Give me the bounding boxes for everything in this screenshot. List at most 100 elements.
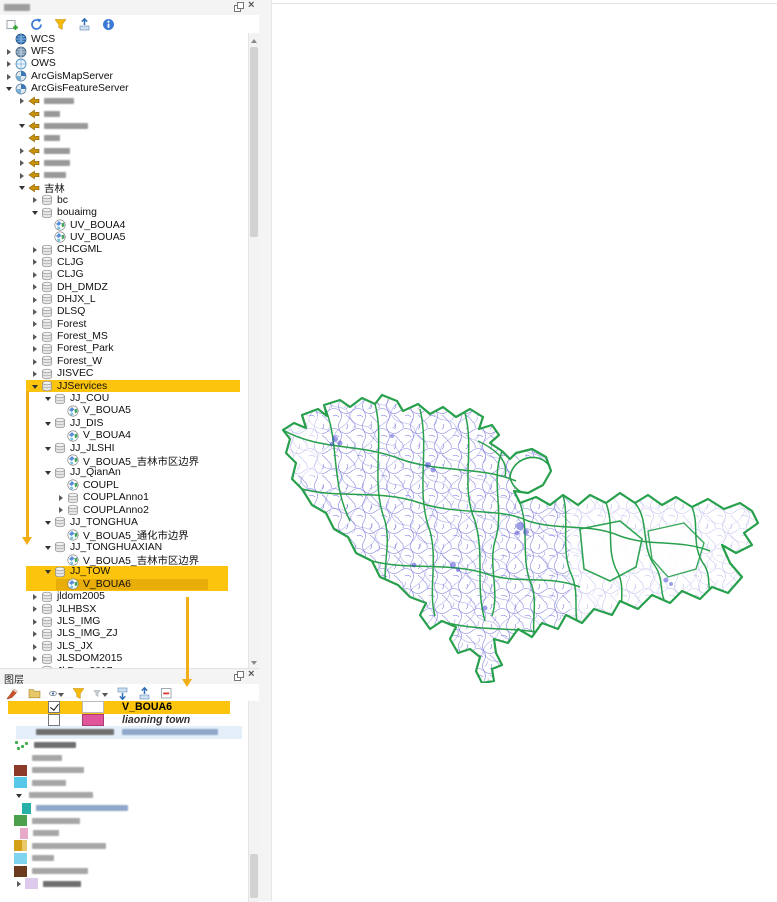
expander-icon[interactable] (17, 182, 28, 194)
tree-item-jj-cou[interactable]: JJ_COU (0, 392, 248, 404)
expander-icon[interactable] (17, 169, 28, 181)
layer-item-redacted[interactable] (0, 739, 250, 752)
manage-map-themes-button[interactable] (49, 686, 64, 701)
tree-item-jj-dis[interactable]: JJ_DIS (0, 417, 248, 429)
expander-icon[interactable] (30, 244, 41, 256)
expander-icon[interactable] (43, 393, 54, 405)
expander-icon[interactable] (17, 157, 28, 169)
tree-item-dlsq[interactable]: DLSQ (0, 306, 248, 318)
tree-item-redacted[interactable] (0, 107, 248, 119)
scrollbar-thumb[interactable] (250, 47, 258, 237)
tree-item-ows[interactable]: OWS (0, 58, 248, 70)
add-layer-button[interactable] (5, 17, 20, 32)
expander-icon[interactable] (43, 516, 54, 528)
expander-icon[interactable] (30, 616, 41, 628)
expander-icon[interactable] (30, 380, 41, 392)
tree-item-jls-img-zj[interactable]: JLS_IMG_ZJ (0, 628, 248, 640)
collapse-all-button[interactable] (77, 17, 92, 32)
layer-item-redacted[interactable] (0, 777, 250, 790)
expander-icon[interactable] (30, 628, 41, 640)
tree-item-v-boua6[interactable]: V_BOUA6 (0, 578, 248, 590)
tree-item-bouaimg[interactable]: bouaimg (0, 206, 248, 218)
tree-item-forest-w[interactable]: Forest_W (0, 355, 248, 367)
filter-by-expression-button[interactable] (93, 686, 108, 701)
tree-item-redacted[interactable] (0, 95, 248, 107)
tree-item-jls-img[interactable]: JLS_IMG (0, 615, 248, 627)
layer-item-redacted[interactable] (0, 802, 250, 815)
map-canvas[interactable] (272, 0, 777, 901)
layer-item-redacted[interactable] (0, 726, 250, 739)
expander-icon[interactable] (30, 293, 41, 305)
tree-item-v-boua5-jilin[interactable]: V_BOUA5_吉林市区边界 (0, 454, 248, 466)
expander-icon[interactable] (30, 318, 41, 330)
layer-item-redacted[interactable] (0, 814, 250, 827)
tree-item-redacted[interactable] (0, 157, 248, 169)
expander-icon[interactable] (30, 355, 41, 367)
close-panel-icon[interactable] (247, 671, 257, 681)
tree-item-v-boua5[interactable]: V_BOUA5 (0, 405, 248, 417)
tree-item-cljg[interactable]: CLJG (0, 256, 248, 268)
tree-item-uv-boua4[interactable]: UV_BOUA4 (0, 219, 248, 231)
tree-item-wfs[interactable]: WFS (0, 45, 248, 57)
tree-item-couplanno1[interactable]: COUPLAnno1 (0, 491, 248, 503)
tree-item-jj-tow[interactable]: JJ_TOW (0, 566, 248, 578)
scrollbar-thumb[interactable] (250, 854, 258, 898)
tree-item-dhjx-l[interactable]: DHJX_L (0, 293, 248, 305)
tree-item-jisvec[interactable]: JISVEC (0, 368, 248, 380)
tree-item-uv-boua5[interactable]: UV_BOUA5 (0, 231, 248, 243)
expander-icon[interactable] (4, 83, 15, 95)
float-panel-icon[interactable] (233, 671, 243, 681)
tree-item-chcgml[interactable]: CHCGML (0, 244, 248, 256)
expander-icon[interactable] (30, 368, 41, 380)
tree-item-jlsdom2015[interactable]: JLSDOM2015 (0, 653, 248, 665)
filter-browser-button[interactable] (53, 17, 68, 32)
expander-icon[interactable] (56, 492, 67, 504)
tree-item-couplanno2[interactable]: COUPLAnno2 (0, 504, 248, 516)
expander-icon[interactable] (43, 566, 54, 578)
expand-all-button[interactable] (115, 686, 130, 701)
layer-checkbox[interactable] (48, 714, 60, 726)
tree-item-v-boua5-tonghua[interactable]: V_BOUA5_通化市边界 (0, 529, 248, 541)
tree-item-forest[interactable]: Forest (0, 318, 248, 330)
expander-icon[interactable] (4, 58, 15, 70)
expander-icon[interactable] (30, 281, 41, 293)
expander-icon[interactable] (30, 591, 41, 603)
tree-item-v-boua4[interactable]: V_BOUA4 (0, 430, 248, 442)
layer-item-redacted[interactable] (0, 852, 250, 865)
properties-button[interactable] (101, 17, 116, 32)
expander-icon[interactable] (56, 504, 67, 516)
browser-scrollbar[interactable] (248, 33, 259, 668)
tree-item-coupl[interactable]: COUPL (0, 479, 248, 491)
refresh-button[interactable] (29, 17, 44, 32)
layer-item-redacted[interactable] (0, 764, 250, 777)
tree-item-jls-jx[interactable]: JLS_JX (0, 640, 248, 652)
remove-layer-button[interactable] (159, 686, 174, 701)
expander-icon[interactable] (17, 145, 28, 157)
tree-item-jilin[interactable]: 吉林 (0, 182, 248, 194)
expander-icon[interactable] (30, 256, 41, 268)
expander-icon[interactable] (43, 467, 54, 479)
expander-icon[interactable] (30, 269, 41, 281)
scroll-down-icon[interactable] (249, 657, 259, 667)
tree-item-dh-dmdz[interactable]: DH_DMDZ (0, 281, 248, 293)
add-group-button[interactable] (27, 686, 42, 701)
layer-item-redacted[interactable] (0, 751, 250, 764)
layer-item-liaoning-town[interactable]: liaoning town (0, 714, 250, 727)
tree-item-redacted[interactable] (0, 120, 248, 132)
tree-item-jjservices[interactable]: JJServices (0, 380, 248, 392)
expander-icon[interactable] (30, 640, 41, 652)
tree-item-arcgisfeatureserver[interactable]: ArcGisFeatureServer (0, 83, 248, 95)
tree-item-forest-park[interactable]: Forest_Park (0, 343, 248, 355)
expander-icon[interactable] (30, 653, 41, 665)
panel-divider[interactable] (259, 0, 272, 901)
float-panel-icon[interactable] (233, 2, 243, 12)
tree-item-v-boua5-jilin2[interactable]: V_BOUA5_吉林市区边界 (0, 553, 248, 565)
expander-icon[interactable] (17, 95, 28, 107)
expander-icon[interactable] (14, 789, 25, 801)
expander-icon[interactable] (30, 306, 41, 318)
tree-item-redacted[interactable] (0, 132, 248, 144)
layer-checkbox[interactable] (48, 701, 60, 713)
expander-icon[interactable] (14, 878, 25, 890)
filter-legend-button[interactable] (71, 686, 86, 701)
tree-item-arcgismapserver[interactable]: ArcGisMapServer (0, 70, 248, 82)
